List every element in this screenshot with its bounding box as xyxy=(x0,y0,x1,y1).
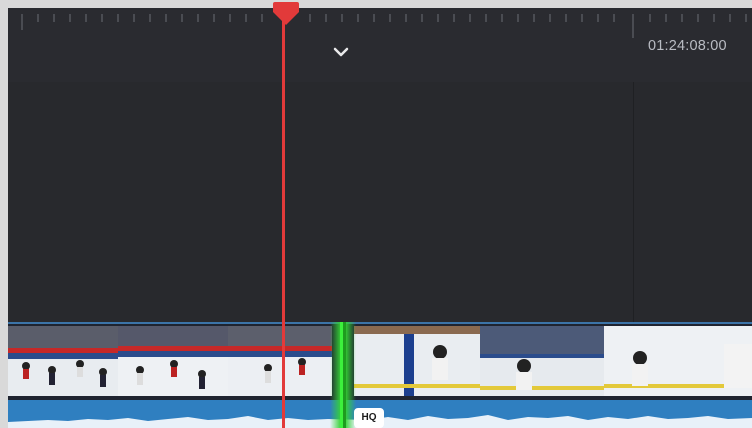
ruler-ticks xyxy=(21,14,747,38)
clip-thumbnail xyxy=(354,326,480,396)
clip-thumbnail xyxy=(8,326,118,396)
empty-track-area[interactable] xyxy=(8,82,752,322)
clip-thumbnail xyxy=(480,326,604,396)
ruler-timecode: 01:24:08:00 xyxy=(648,38,727,54)
hq-badge: HQ xyxy=(354,408,384,428)
timeline-divider xyxy=(633,82,634,322)
video-track[interactable] xyxy=(8,322,752,402)
timeline-ruler[interactable]: 01:24:08:00 xyxy=(8,8,752,82)
clip-thumbnail xyxy=(228,326,332,396)
chevron-down-icon[interactable] xyxy=(332,45,350,59)
clip-thumbnail xyxy=(118,326,228,396)
playhead-icon[interactable] xyxy=(272,0,300,26)
timeline-panel: 01:24:08:00 HQ xyxy=(8,8,752,428)
clip-thumbnail xyxy=(604,326,752,396)
playhead-line[interactable] xyxy=(282,8,285,428)
edit-point-marker[interactable] xyxy=(330,322,356,428)
